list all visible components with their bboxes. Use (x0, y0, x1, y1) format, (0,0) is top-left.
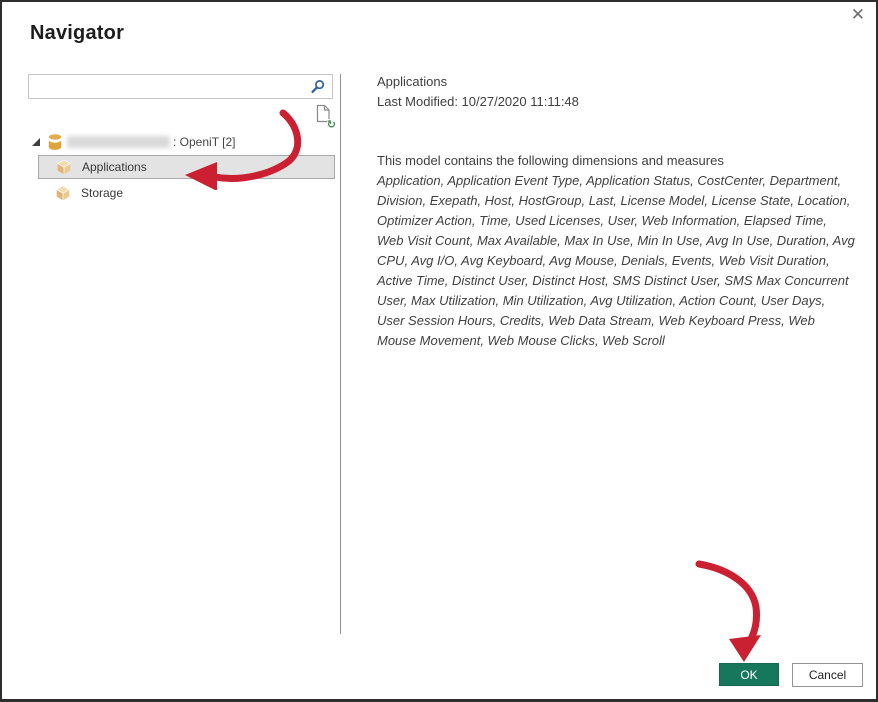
tree-item-storage[interactable]: Storage (38, 181, 335, 204)
details-title: Applications (377, 72, 855, 91)
tree-root-database[interactable]: : OpeniT [2] (28, 132, 335, 152)
navigation-tree: : OpeniT [2] Applications Storage (28, 132, 335, 204)
refresh-arrows-icon: ↻ (327, 119, 336, 130)
annotation-arrow-ok (680, 552, 780, 664)
cancel-button[interactable]: Cancel (792, 663, 863, 687)
tree-item-applications[interactable]: Applications (38, 155, 335, 179)
search-input[interactable] (29, 75, 310, 98)
navigator-dialog: ✕ Navigator ↻ : OpeniT [2] (0, 0, 878, 702)
details-description: This model contains the following dimens… (377, 151, 855, 171)
search-box (28, 74, 333, 99)
cube-icon (55, 185, 71, 201)
close-icon[interactable]: ✕ (851, 7, 865, 24)
redacted-server-name (67, 136, 170, 148)
ok-button[interactable]: OK (719, 663, 779, 686)
details-last-modified: Last Modified: 10/27/2020 11:11:48 (377, 92, 855, 111)
details-panel: Applications Last Modified: 10/27/2020 1… (377, 72, 855, 351)
dialog-title: Navigator (30, 22, 124, 45)
cube-icon (56, 159, 72, 175)
panel-divider (340, 74, 341, 634)
details-dimensions-measures: Application, Application Event Type, App… (377, 171, 855, 351)
search-icon[interactable] (310, 79, 326, 95)
tree-item-label: Applications (82, 160, 147, 174)
tree-item-label: Storage (81, 186, 123, 200)
expander-icon[interactable] (31, 137, 41, 147)
tree-root-label: : OpeniT [2] (173, 135, 235, 149)
refresh-icon[interactable]: ↻ (316, 104, 334, 130)
database-icon (48, 134, 62, 151)
